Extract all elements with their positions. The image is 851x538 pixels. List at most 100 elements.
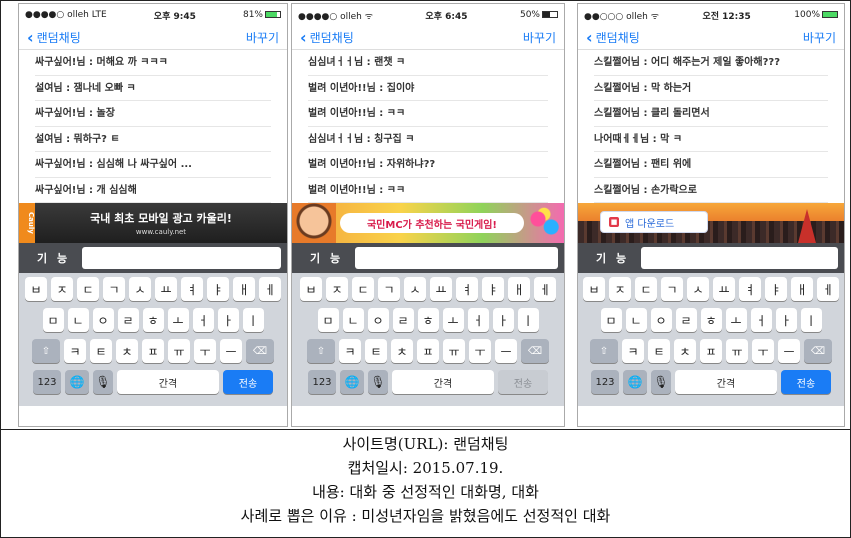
microphone-key[interactable]: 🎙	[651, 370, 671, 394]
key[interactable]: ㄴ	[625, 308, 647, 332]
key[interactable]: ㅇ	[367, 308, 389, 332]
globe-key[interactable]: 🌐	[65, 370, 89, 394]
key[interactable]: ㅑ	[207, 277, 229, 301]
key[interactable]: ㅜ	[752, 339, 774, 363]
key[interactable]: ㅁ	[42, 308, 64, 332]
key[interactable]: ㅜ	[194, 339, 216, 363]
key[interactable]: ㅈ	[326, 277, 348, 301]
key[interactable]: ㅏ	[217, 308, 239, 332]
shift-key[interactable]: ⇧	[307, 339, 335, 363]
key[interactable]: ㅌ	[365, 339, 387, 363]
app-download-button[interactable]: ■ 앱 다운로드	[600, 211, 708, 233]
send-button[interactable]: 전송	[781, 370, 831, 394]
key[interactable]: ㅁ	[317, 308, 339, 332]
key[interactable]: ㅡ	[778, 339, 800, 363]
key[interactable]: ㅎ	[417, 308, 439, 332]
key[interactable]: ㅍ	[700, 339, 722, 363]
key[interactable]: ㅇ	[650, 308, 672, 332]
back-button[interactable]: ‹ 랜덤채팅	[27, 29, 81, 46]
key[interactable]: ㅋ	[64, 339, 86, 363]
change-button[interactable]: 바꾸기	[246, 29, 279, 46]
key[interactable]: ㅓ	[192, 308, 214, 332]
key[interactable]: ㅅ	[404, 277, 426, 301]
key[interactable]: ㄹ	[117, 308, 139, 332]
key[interactable]: ㅁ	[600, 308, 622, 332]
globe-key[interactable]: 🌐	[340, 370, 364, 394]
key[interactable]: ㅕ	[456, 277, 478, 301]
key[interactable]: ㅛ	[155, 277, 177, 301]
numbers-key[interactable]: 123	[33, 370, 61, 394]
message-input[interactable]	[82, 247, 281, 269]
message-input[interactable]	[355, 247, 558, 269]
ad-banner[interactable]: ■ 앱 다운로드	[578, 203, 844, 243]
key[interactable]: ㄱ	[378, 277, 400, 301]
key[interactable]: ㅡ	[495, 339, 517, 363]
key[interactable]: ㅏ	[492, 308, 514, 332]
key[interactable]: ㅕ	[739, 277, 761, 301]
space-key[interactable]: 간격	[675, 370, 777, 394]
key[interactable]: ㄴ	[342, 308, 364, 332]
key[interactable]: ㅐ	[508, 277, 530, 301]
key[interactable]: ㅕ	[181, 277, 203, 301]
key[interactable]: ㅣ	[242, 308, 264, 332]
key[interactable]: ㄱ	[661, 277, 683, 301]
function-label[interactable]: 기 능	[310, 250, 343, 266]
key[interactable]: ㅂ	[583, 277, 605, 301]
space-key[interactable]: 간격	[117, 370, 219, 394]
ad-banner[interactable]: Cauly 국내 최초 모바일 광고 카울리! www.cauly.net	[19, 203, 287, 243]
key[interactable]: ㅅ	[129, 277, 151, 301]
key[interactable]: ㅍ	[142, 339, 164, 363]
back-button[interactable]: ‹ 랜덤채팅	[586, 29, 640, 46]
key[interactable]: ㄹ	[392, 308, 414, 332]
key[interactable]: ㅣ	[517, 308, 539, 332]
microphone-key[interactable]: 🎙	[93, 370, 113, 394]
key[interactable]: ㅗ	[442, 308, 464, 332]
key[interactable]: ㅔ	[259, 277, 281, 301]
key[interactable]: ㅅ	[687, 277, 709, 301]
key[interactable]: ㄷ	[77, 277, 99, 301]
key[interactable]: ㅊ	[674, 339, 696, 363]
key[interactable]: ㅊ	[391, 339, 413, 363]
key[interactable]: ㄴ	[67, 308, 89, 332]
key[interactable]: ㅋ	[622, 339, 644, 363]
key[interactable]: ㅋ	[339, 339, 361, 363]
change-button[interactable]: 바꾸기	[803, 29, 836, 46]
key[interactable]: ㅑ	[765, 277, 787, 301]
key[interactable]: ㅈ	[51, 277, 73, 301]
microphone-key[interactable]: 🎙	[368, 370, 388, 394]
key[interactable]: ㄹ	[675, 308, 697, 332]
shift-key[interactable]: ⇧	[590, 339, 618, 363]
shift-key[interactable]: ⇧	[32, 339, 60, 363]
delete-key[interactable]: ⌫	[521, 339, 549, 363]
delete-key[interactable]: ⌫	[804, 339, 832, 363]
key[interactable]: ㅓ	[467, 308, 489, 332]
key[interactable]: ㅔ	[534, 277, 556, 301]
key[interactable]: ㅂ	[300, 277, 322, 301]
key[interactable]: ㅛ	[713, 277, 735, 301]
key[interactable]: ㄷ	[635, 277, 657, 301]
key[interactable]: ㅗ	[167, 308, 189, 332]
key[interactable]: ㅔ	[817, 277, 839, 301]
key[interactable]: ㅂ	[25, 277, 47, 301]
key[interactable]: ㅓ	[750, 308, 772, 332]
key[interactable]: ㅜ	[469, 339, 491, 363]
numbers-key[interactable]: 123	[308, 370, 336, 394]
key[interactable]: ㅊ	[116, 339, 138, 363]
back-button[interactable]: ‹ 랜덤채팅	[300, 29, 354, 46]
ad-banner[interactable]: 국민MC가 추천하는 국민게임!	[292, 203, 564, 243]
globe-key[interactable]: 🌐	[623, 370, 647, 394]
key[interactable]: ㅠ	[443, 339, 465, 363]
key[interactable]: ㄱ	[103, 277, 125, 301]
key[interactable]: ㅛ	[430, 277, 452, 301]
key[interactable]: ㅍ	[417, 339, 439, 363]
key[interactable]: ㄷ	[352, 277, 374, 301]
change-button[interactable]: 바꾸기	[523, 29, 556, 46]
space-key[interactable]: 간격	[392, 370, 494, 394]
function-label[interactable]: 기 능	[596, 250, 629, 266]
key[interactable]: ㅣ	[800, 308, 822, 332]
key[interactable]: ㅠ	[168, 339, 190, 363]
numbers-key[interactable]: 123	[591, 370, 619, 394]
key[interactable]: ㅡ	[220, 339, 242, 363]
key[interactable]: ㅏ	[775, 308, 797, 332]
key[interactable]: ㅇ	[92, 308, 114, 332]
